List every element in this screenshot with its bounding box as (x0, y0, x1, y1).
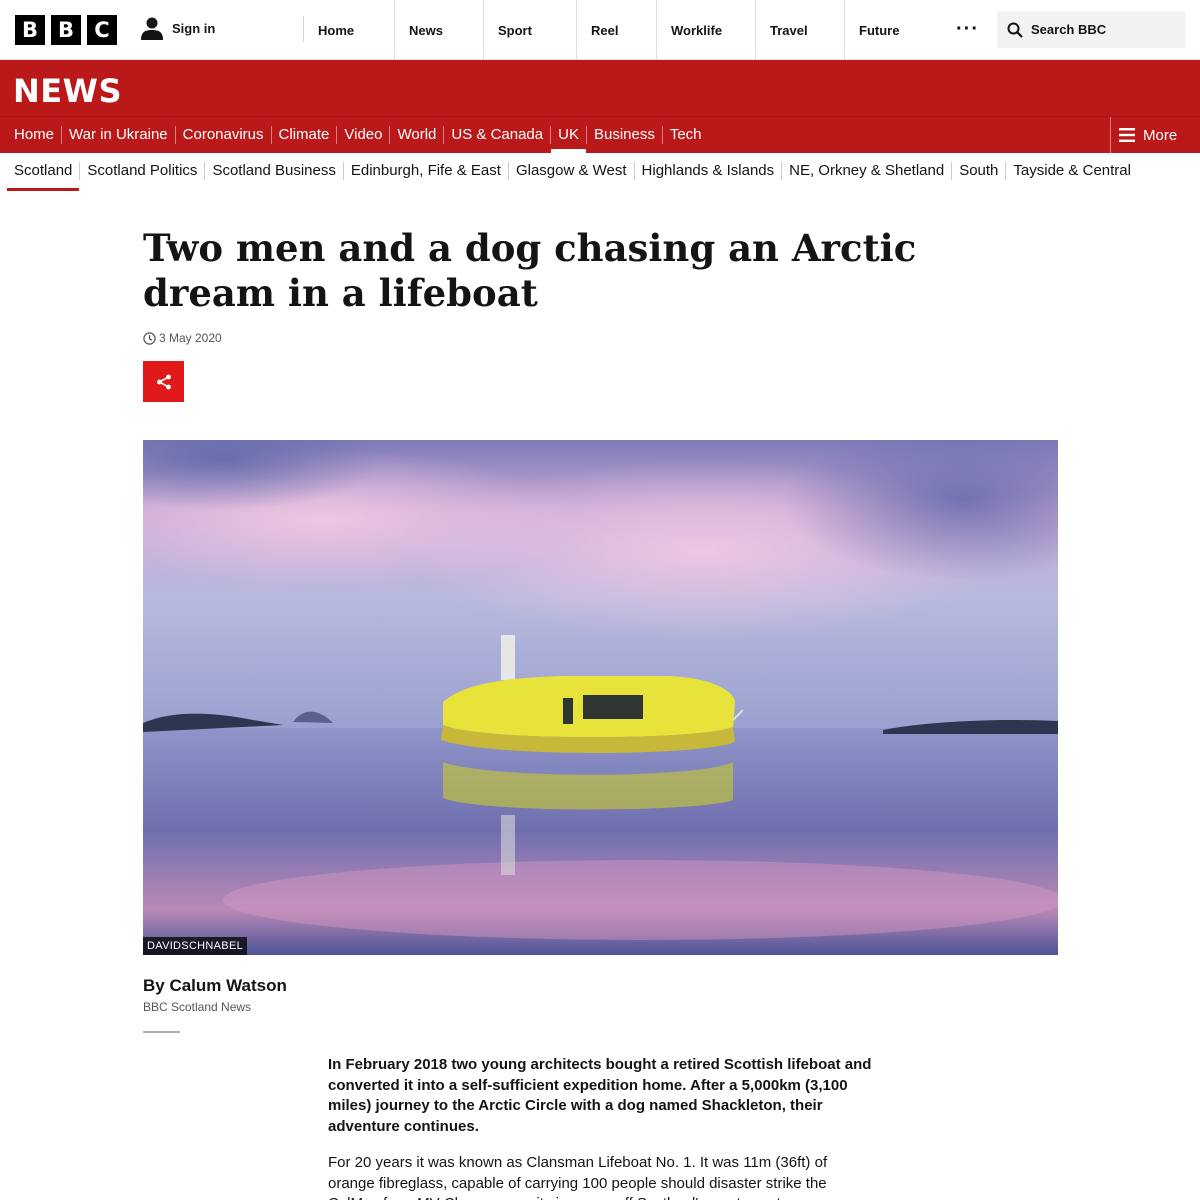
section-nav-us-canada[interactable]: US & Canada (443, 126, 550, 144)
sub-nav-south[interactable]: South (951, 162, 1005, 180)
section-nav-home[interactable]: Home (0, 126, 61, 144)
sub-nav-scotland-politics[interactable]: Scotland Politics (79, 162, 204, 180)
sub-nav-scotland[interactable]: Scotland (0, 162, 80, 191)
bbc-logo-block: C (87, 15, 117, 45)
sub-nav-highlands-islands[interactable]: Highlands & Islands (633, 162, 782, 180)
clock-icon (143, 331, 156, 345)
section-nav-tech[interactable]: Tech (661, 126, 709, 144)
bbc-top-nav: Home News Sport Reel Worklife Travel Fut… (304, 0, 939, 60)
sign-in-link[interactable]: Sign in (140, 16, 215, 40)
bbc-logo-block: B (15, 15, 45, 45)
section-nav-coronavirus[interactable]: Coronavirus (174, 126, 271, 144)
scotland-sub-nav: Scotland Scotland Politics Scotland Busi… (0, 153, 1200, 191)
top-nav-worklife[interactable]: Worklife (656, 0, 755, 60)
search-placeholder: Search BBC (1031, 22, 1107, 37)
search-icon (1007, 22, 1023, 38)
image-credit: DAVIDSCHNABEL (143, 937, 247, 955)
sub-nav-scotland-business[interactable]: Scotland Business (204, 162, 342, 180)
top-nav-reel[interactable]: Reel (576, 0, 656, 60)
more-sections-label: More (1143, 126, 1178, 144)
share-button[interactable] (143, 361, 184, 402)
section-nav-world[interactable]: World (389, 126, 443, 144)
search-bar[interactable]: Search BBC (997, 11, 1185, 48)
share-icon (156, 374, 171, 389)
person-icon (141, 17, 163, 40)
byline-name: By Calum Watson (143, 976, 287, 995)
top-nav-home[interactable]: Home (304, 0, 394, 60)
sub-nav-tayside-central[interactable]: Tayside & Central (1005, 162, 1138, 180)
byline: By Calum Watson BBC Scotland News (143, 976, 287, 1014)
sign-in-label: Sign in (172, 20, 216, 36)
section-nav-climate[interactable]: Climate (270, 126, 337, 144)
top-nav-future[interactable]: Future (844, 0, 939, 60)
more-menu-icon[interactable]: ··· (956, 19, 979, 39)
section-nav-war-in-ukraine[interactable]: War in Ukraine (61, 126, 175, 144)
bbc-logo-block: B (51, 15, 81, 45)
article-paragraph: For 20 years it was known as Clansman Li… (328, 1154, 828, 1200)
top-nav-news[interactable]: News (394, 0, 483, 60)
bbc-top-bar: B B C Sign in Home News Sport Reel Workl… (0, 0, 1200, 60)
top-nav-travel[interactable]: Travel (755, 0, 844, 60)
sub-nav-ne-orkney-shetland[interactable]: NE, Orkney & Shetland (781, 162, 951, 180)
lead-image: DAVIDSCHNABEL (143, 440, 1058, 955)
top-nav-sport[interactable]: Sport (483, 0, 576, 60)
lifeboat-photo (143, 440, 1058, 955)
bbc-logo[interactable]: B B C (15, 15, 117, 45)
more-sections-button[interactable]: More (1110, 117, 1200, 153)
hamburger-icon (1119, 128, 1135, 142)
sub-nav-edinburgh-fife-east[interactable]: Edinburgh, Fife & East (342, 162, 508, 180)
byline-org: BBC Scotland News (143, 1000, 252, 1014)
article-intro: In February 2018 two young architects bo… (328, 1056, 872, 1136)
news-title[interactable]: NEWS (13, 72, 122, 110)
article-date: 3 May 2020 (159, 331, 222, 345)
news-section-nav: Home War in Ukraine Coronavirus Climate … (0, 117, 709, 153)
section-nav-uk[interactable]: UK (550, 126, 586, 153)
section-nav-video[interactable]: Video (336, 126, 389, 144)
sub-nav-glasgow-west[interactable]: Glasgow & West (507, 162, 634, 180)
article-dateline: 3 May 2020 (143, 331, 222, 345)
section-nav-business[interactable]: Business (585, 126, 662, 144)
divider (143, 1031, 180, 1033)
article-headline: Two men and a dog chasing an Arctic drea… (143, 226, 917, 315)
